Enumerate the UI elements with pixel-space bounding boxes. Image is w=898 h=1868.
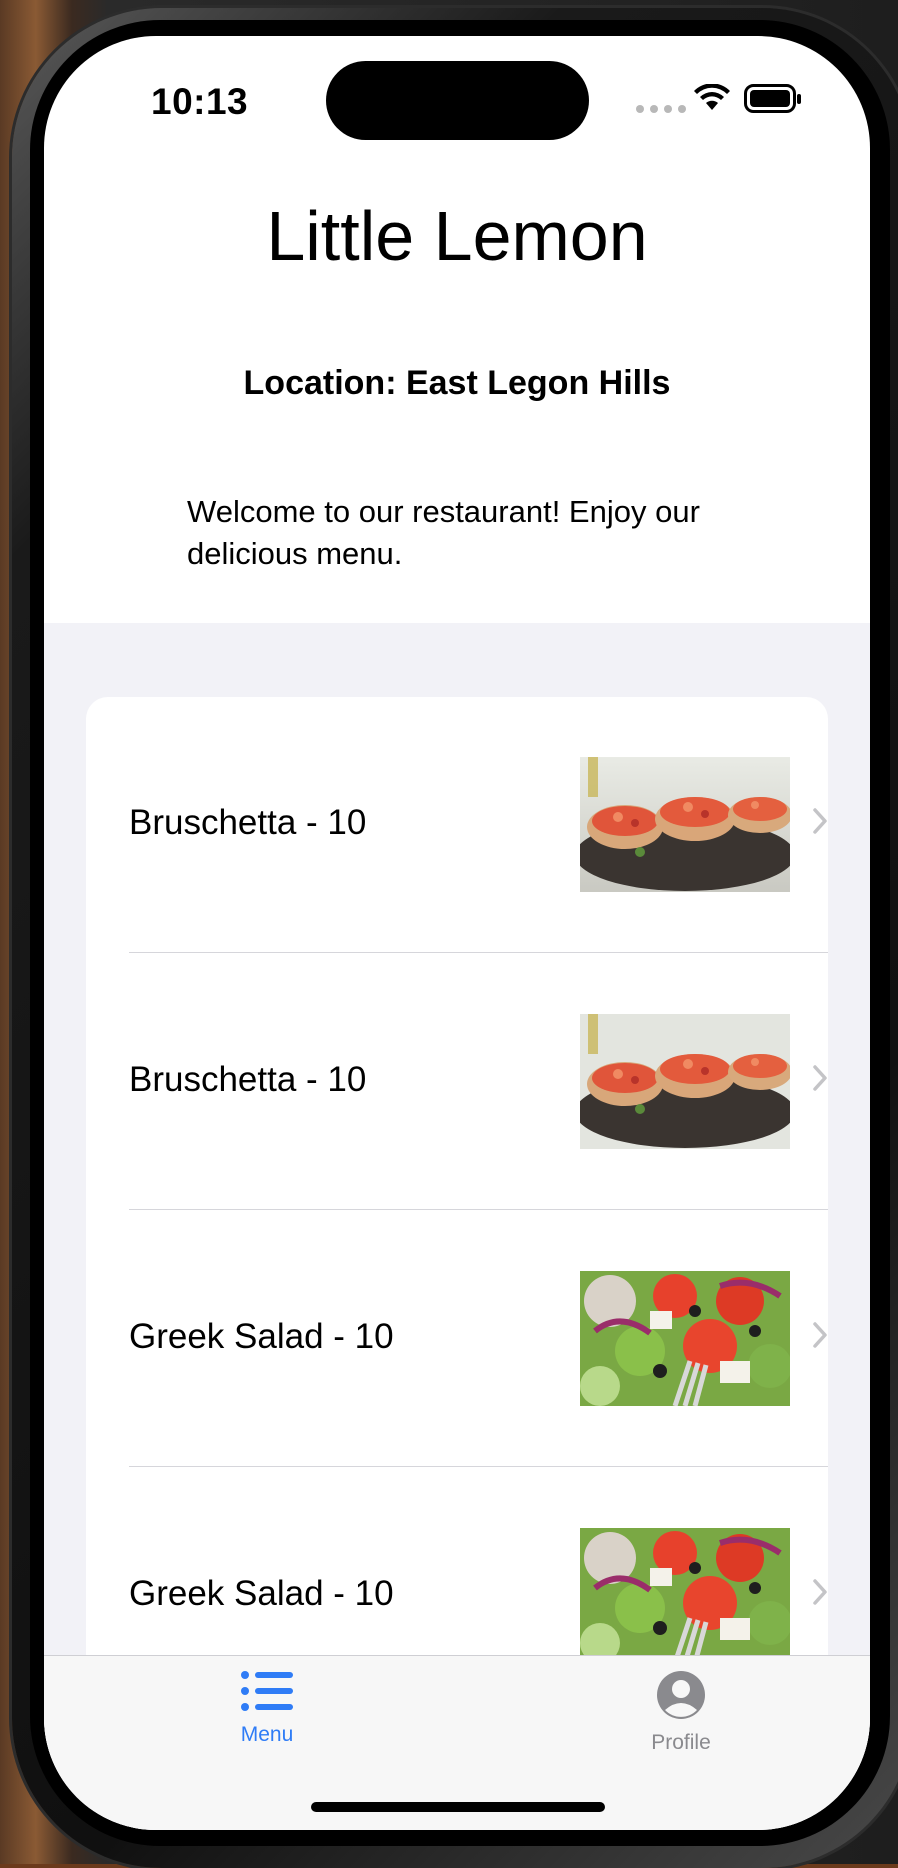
home-indicator[interactable]: [311, 1802, 605, 1812]
page-title: Little Lemon: [266, 197, 648, 275]
list-icon: [241, 1671, 293, 1711]
tab-profile-label: Profile: [651, 1731, 711, 1754]
chevron-right-icon: [813, 1579, 827, 1605]
greek-salad-image: [580, 1528, 790, 1663]
row-separator: [129, 1209, 828, 1210]
menu-item-row[interactable]: Bruschetta - 10: [86, 697, 828, 953]
dynamic-island: [326, 61, 589, 140]
menu-item-label: Bruschetta - 10: [129, 1060, 367, 1099]
menu-item-row[interactable]: Bruschetta - 10: [86, 954, 828, 1210]
app-screen: 10:13 Little Lemon Location: East Legon …: [44, 36, 870, 1830]
wifi-icon: [694, 84, 730, 110]
row-separator: [129, 952, 828, 953]
person-circle-icon: [657, 1671, 705, 1719]
menu-item-label: Bruschetta - 10: [129, 803, 367, 842]
tab-menu[interactable]: Menu: [207, 1670, 327, 1747]
menu-item-label: Greek Salad - 10: [129, 1317, 394, 1356]
menu-item-label: Greek Salad - 10: [129, 1574, 394, 1613]
chevron-right-icon: [813, 1065, 827, 1091]
row-separator: [129, 1466, 828, 1467]
battery-icon: [744, 84, 801, 113]
cellular-signal-icon: [636, 105, 686, 113]
bruschetta-image: [580, 757, 790, 892]
menu-list[interactable]: Bruschetta - 10 Bruschetta - 10 Greek Sa…: [86, 697, 828, 1797]
welcome-text: Welcome to our restaurant! Enjoy our del…: [187, 494, 700, 571]
chevron-right-icon: [813, 808, 827, 834]
greek-salad-image: [580, 1271, 790, 1406]
tab-profile[interactable]: Profile: [621, 1670, 741, 1755]
menu-item-row[interactable]: Greek Salad - 10: [86, 1211, 828, 1467]
tab-menu-label: Menu: [240, 1723, 294, 1746]
bruschetta-image: [580, 1014, 790, 1149]
location-label: Location: East Legon Hills: [243, 364, 671, 402]
chevron-right-icon: [813, 1322, 827, 1348]
status-time: 10:13: [151, 81, 249, 122]
